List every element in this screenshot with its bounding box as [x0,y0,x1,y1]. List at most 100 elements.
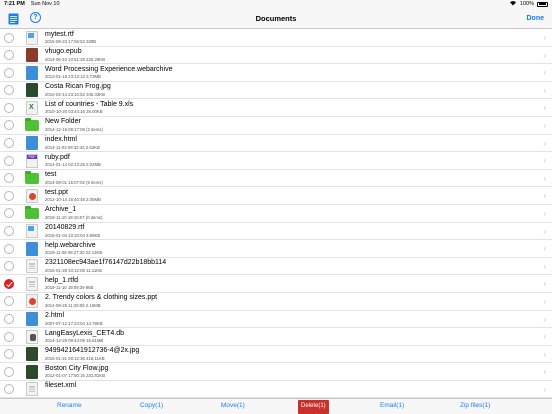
file-meta: 2014-01-14 02:13:26 2.02MB [45,162,101,168]
chevron-right-icon[interactable]: › [543,262,546,271]
file-meta: 2019-11-10 18:15:07 (0 items) [45,214,103,220]
list-item[interactable]: 2321108ec943ae1f76147d22b18bb114 2015-01-… [0,258,552,276]
checkbox[interactable] [4,331,14,342]
checkbox[interactable] [4,349,14,360]
chevron-right-icon[interactable]: › [543,315,546,324]
file-ppt-icon [26,294,38,309]
checkbox[interactable] [4,243,14,254]
file-meta: 2014-08-01 15:07:02 (5 items) [45,179,103,185]
chevron-right-icon[interactable]: › [543,103,546,112]
file-meta: 2014-12-29 09:44:09 16.61MB [45,338,104,344]
checkbox-checked[interactable] [4,278,14,289]
chevron-right-icon[interactable]: › [543,367,546,376]
list-item[interactable]: 2.html 2007-07-12 17:24:04 14.78KB › [0,311,552,329]
file-rtf-icon [26,30,38,45]
checkbox[interactable] [4,226,14,237]
checkbox[interactable] [4,296,14,307]
list-item[interactable]: fileset.xml › [0,381,552,398]
chevron-right-icon[interactable]: › [543,209,546,218]
zip-files-button[interactable]: Zip files(1) [460,402,490,409]
done-button[interactable]: Done [527,15,545,22]
file-meta: 2012-01-07 17:50:16 331.81KB [45,373,105,379]
chevron-right-icon[interactable]: › [543,121,546,130]
chevron-right-icon[interactable]: › [543,86,546,95]
email-button[interactable]: Email(1) [380,402,404,409]
list-item[interactable]: New Folder 2014-12-15 09:17:08 (2 items) › [0,117,552,135]
list-item[interactable]: ruby.pdf2014-01-14 02:13:26 2.02MB › [0,152,552,170]
file-name: Boston City Flow.jpg [45,364,109,372]
checkbox[interactable] [4,32,14,43]
list-item[interactable]: index.html 2014-11-03 09:32:42 2.63KB › [0,135,552,153]
list-item[interactable]: Costa Rican Frog.jpg 2012-02-14 23:10:52 … [0,82,552,100]
chevron-right-icon[interactable]: › [543,227,546,236]
file-meta: 2007-07-12 17:24:04 14.78KB [45,320,103,326]
chevron-right-icon[interactable]: › [543,174,546,183]
file-meta: 2015-08-23 17:55:52 328B [45,39,97,44]
delete-button[interactable]: Delete(1) [298,399,329,414]
file-ppt-icon [26,188,38,203]
checkbox[interactable] [4,120,14,131]
list-item[interactable]: mytest.rtf 2015-08-23 17:55:52 328B › [0,29,552,47]
checkbox[interactable] [4,85,14,96]
list-item[interactable]: Word Processing Experience.webarchive 201… [0,64,552,82]
rename-button[interactable]: Rename [57,402,82,409]
file-name: vhugo.epub [45,48,82,56]
file-name: help.webarchive [45,241,96,249]
chevron-right-icon[interactable]: › [543,350,546,359]
chevron-right-icon[interactable]: › [543,191,546,200]
list-item[interactable]: test 2014-08-01 15:07:02 (5 items) › [0,170,552,188]
chevron-right-icon[interactable]: › [543,68,546,77]
file-meta: 2019-11-10 19:09:39 96B [45,285,94,291]
chevron-right-icon[interactable]: › [543,279,546,288]
chevron-right-icon[interactable]: › [543,244,546,253]
list-item[interactable]: help.webarchive 2019-11-08 08:27:30 22.13… [0,240,552,258]
checkbox[interactable] [4,314,14,324]
move-button[interactable]: Move(1) [221,402,245,409]
wifi-icon [509,0,517,8]
file-name: test.ppt [45,188,68,196]
file-name: test [45,171,57,179]
checkbox[interactable] [4,366,14,377]
file-web-icon [26,136,38,151]
list-item[interactable]: 20140829.rtf 2015-01-04 10:10:04 3.89KB › [0,223,552,241]
file-meta: 2015-01-21 00:12:36 418.11KB [45,355,105,361]
chevron-right-icon[interactable]: › [543,297,546,306]
checkbox[interactable] [4,138,14,149]
file-img-icon [26,347,38,362]
list-item[interactable]: LangEasyLexis_CET4.db 2014-12-29 09:44:09… [0,328,552,346]
list-item[interactable]: Boston City Flow.jpg 2012-01-07 17:50:16 … [0,363,552,381]
chevron-right-icon[interactable]: › [543,385,546,394]
list-item[interactable]: help_1.rtfd 2019-11-10 19:09:39 96B › [0,275,552,293]
list-item[interactable]: List of countries - Table 9.xls2010-10-2… [0,99,552,117]
list-item[interactable]: vhugo.epub 2014-06-10 10:51:28 226.29KB › [0,47,552,65]
list-item[interactable]: 2. Trendy colors & clothing sizes.ppt 201… [0,293,552,311]
checkbox[interactable] [4,67,14,78]
checkbox[interactable] [4,190,14,201]
chevron-right-icon[interactable]: › [543,51,546,60]
status-bar: 7:21 PM Sun Nov 10 100% [0,0,552,8]
checkbox[interactable] [4,384,14,395]
file-pdf-icon [26,153,38,168]
chevron-right-icon[interactable]: › [543,156,546,165]
list-item[interactable]: test.ppt 2012-10-14 16:40:48 2.05MB › [0,187,552,205]
checkbox[interactable] [4,261,14,272]
file-name: New Folder [45,118,81,126]
status-right: 100% [509,0,548,8]
checkbox[interactable] [4,208,14,219]
checkbox[interactable] [4,50,14,61]
checkbox[interactable] [4,102,14,113]
copy-button[interactable]: Copy(1) [140,402,163,409]
chevron-right-icon[interactable]: › [543,139,546,148]
checkbox[interactable] [4,155,14,166]
chevron-right-icon[interactable]: › [543,332,546,341]
file-web-icon [26,312,38,326]
file-name: index.html [45,136,77,144]
list-item[interactable]: 9499421641912736-4@2x.jpg 2015-01-21 00:1… [0,346,552,364]
file-name: fileset.xml [45,382,77,390]
file-meta: 2014-09-25 11:25:06 2.15MB [45,302,101,308]
file-name: help_1.rtfd [45,276,79,284]
checkbox[interactable] [4,173,14,184]
chevron-right-icon[interactable]: › [543,33,546,42]
list-item[interactable]: Archive_1 2019-11-10 18:15:07 (0 items) › [0,205,552,223]
folder-icon [25,206,39,219]
